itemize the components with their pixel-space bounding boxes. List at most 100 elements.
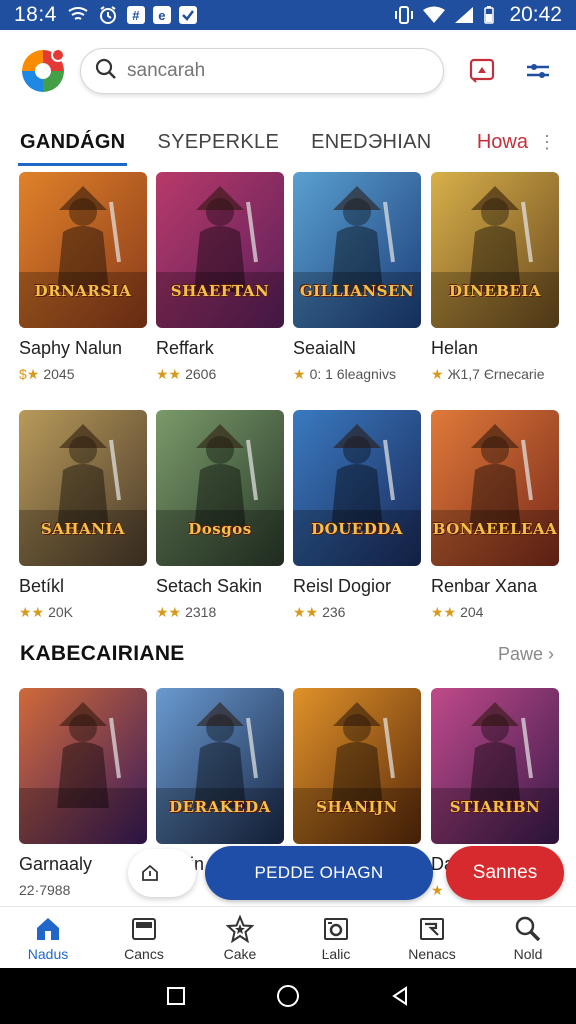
search-input[interactable]	[127, 60, 407, 82]
game-thumbnail[interactable]: DERAKEDA	[156, 688, 284, 844]
more-dots-icon[interactable]: ⋮	[538, 133, 556, 151]
game-art-title: SHAEFTAN	[170, 282, 270, 300]
game-card[interactable]: BONAEELEAA Renbar Xana ★★ 204	[431, 410, 559, 621]
rating-stars-icon: ★	[431, 366, 444, 382]
game-thumbnail[interactable]: Dosgos	[156, 410, 284, 566]
primary-action-button[interactable]: PEDDE OHAGN	[205, 846, 433, 900]
nav-item-cake[interactable]: Cake	[192, 907, 288, 968]
camera-icon	[321, 914, 351, 944]
game-meta: 22·7988	[19, 882, 147, 898]
nav-item-lalic[interactable]: Ŀalic	[288, 907, 384, 968]
nav-label: Ŀalic	[321, 945, 351, 962]
circle-icon	[277, 985, 299, 1007]
rating-stars-icon: ★	[293, 366, 306, 382]
nav-label: Nenacs	[408, 945, 456, 962]
game-title: Betíkl	[19, 576, 65, 596]
nav-label: Nold	[513, 945, 543, 962]
home-button[interactable]	[272, 980, 304, 1012]
category-tabs: GANDÁGN SYEPERKLE ENEDЭHIAN Howa ⋮	[0, 118, 576, 166]
game-meta-value: 2318	[185, 604, 217, 620]
game-meta: $★ 2045	[19, 366, 147, 383]
game-art-title: DINEBEIA	[449, 282, 541, 300]
game-thumbnail[interactable]	[19, 688, 147, 844]
wifi-signal-icon	[67, 5, 89, 25]
game-card[interactable]: DINEBEIA Helan ★ Ж1,7 Єrnecarie	[431, 172, 559, 383]
game-thumbnail[interactable]: DINEBEIA	[431, 172, 559, 328]
nav-item-nenacs[interactable]: Nenacs	[384, 907, 480, 968]
star-icon	[225, 914, 255, 944]
filter-button[interactable]	[520, 53, 556, 89]
game-meta: ★★ 20K	[19, 604, 147, 621]
game-meta: ★★ 236	[293, 604, 421, 621]
game-thumbnail[interactable]: STIARIBN	[431, 688, 559, 844]
bottom-navigation: Nadus Cancs Cake Ŀalic Nenacs Nold	[0, 906, 576, 968]
tab-more-link[interactable]: Howa ⋮	[477, 131, 556, 154]
game-title: Reffark	[156, 338, 214, 358]
rating-stars-icon: ★	[431, 882, 444, 898]
game-thumbnail[interactable]: SHANIJN	[293, 688, 421, 844]
nav-item-nold[interactable]: Nold	[480, 907, 576, 968]
filter-icon	[527, 64, 549, 78]
back-triangle-icon	[392, 986, 407, 1006]
nav-label: Cancs	[124, 945, 164, 962]
cast-button[interactable]	[464, 53, 500, 89]
game-title: Saphy Nalun	[19, 338, 123, 358]
back-button[interactable]	[384, 980, 416, 1012]
section-title: KABECAIRIANE	[20, 642, 185, 665]
game-art-title: DOUEDDA	[311, 520, 403, 538]
alarm-icon	[97, 5, 119, 25]
game-thumbnail[interactable]: BONAEELEAA	[431, 410, 559, 566]
game-card[interactable]: SAHANIA Betíkl ★★ 20K	[19, 410, 147, 621]
game-meta-value: 2045	[43, 366, 75, 382]
tab-gandagn[interactable]: GANDÁGN	[17, 118, 128, 166]
game-card[interactable]: Dosgos Setach Sakin ★★ 2318	[156, 410, 284, 621]
rating-stars-icon: $★	[19, 366, 40, 382]
game-title: Helan	[431, 338, 479, 358]
nav-label: Cake	[223, 945, 257, 962]
nav-item-cancs[interactable]: Cancs	[96, 907, 192, 968]
game-art-title: Dosgos	[188, 520, 252, 538]
game-card[interactable]: SHAEFTAN Reffark ★★ 2606	[156, 172, 284, 383]
notification-e-icon: e	[152, 6, 171, 24]
game-meta: ★★ 2606	[156, 366, 284, 383]
game-meta-value: 2606	[185, 366, 217, 382]
game-card[interactable]: SHANIJN	[293, 688, 421, 844]
section-more-link[interactable]: Pawe ›	[498, 644, 554, 665]
game-thumbnail[interactable]: SAHANIA	[19, 410, 147, 566]
search-bar[interactable]	[80, 48, 444, 94]
tab-enedshian[interactable]: ENEDЭHIAN	[311, 118, 431, 166]
section-more-label: Pawe	[497, 644, 543, 664]
game-art-title: GILLIANSEN	[299, 282, 415, 300]
game-meta-value: 0: 1 6leagnivs	[309, 366, 396, 382]
notification-box-icon: #	[126, 6, 145, 24]
game-thumbnail[interactable]: DOUEDDA	[293, 410, 421, 566]
game-card[interactable]: DOUEDDA Reisl Dogior ★★ 236	[293, 410, 421, 621]
recent-apps-button[interactable]	[160, 980, 192, 1012]
home-icon	[33, 914, 63, 944]
app-screen: 18:4 # e 20:42 sancarah GANDÁGN SYEPERKL…	[0, 0, 576, 1024]
game-art-title: SAHANIA	[40, 520, 126, 538]
rating-stars-icon: ★★	[431, 604, 457, 620]
rating-stars-icon: ★★	[156, 604, 182, 620]
game-card[interactable]: GILLIANSEN SeaialN ★ 0: 1 6leagnivs	[293, 172, 421, 383]
checkbox-icon	[178, 6, 197, 24]
nav-item-nadus[interactable]: Nadus	[0, 907, 96, 968]
share-button[interactable]	[128, 849, 196, 897]
rating-stars-icon: ★★	[293, 604, 319, 620]
game-card[interactable]: DRNARSIA Saphy Nalun $★ 2045	[19, 172, 147, 383]
game-art-title: SHANIJN	[316, 798, 398, 816]
status-time-left: 18:4	[14, 3, 57, 26]
wifi-icon	[423, 5, 446, 25]
search-icon	[95, 58, 117, 85]
cast-icon	[469, 58, 495, 83]
app-logo-icon[interactable]	[18, 46, 68, 96]
game-thumbnail[interactable]: GILLIANSEN	[293, 172, 421, 328]
game-title: SeaialN	[293, 338, 357, 358]
signal-icon	[453, 5, 475, 25]
game-thumbnail[interactable]: DRNARSIA	[19, 172, 147, 328]
vibrate-icon	[393, 5, 415, 25]
secondary-action-button[interactable]: Sannes	[446, 846, 564, 900]
game-thumbnail[interactable]: SHAEFTAN	[156, 172, 284, 328]
tab-syeperkle[interactable]: SYEPERKLE	[157, 118, 279, 166]
nav-label: Nadus	[27, 945, 69, 962]
